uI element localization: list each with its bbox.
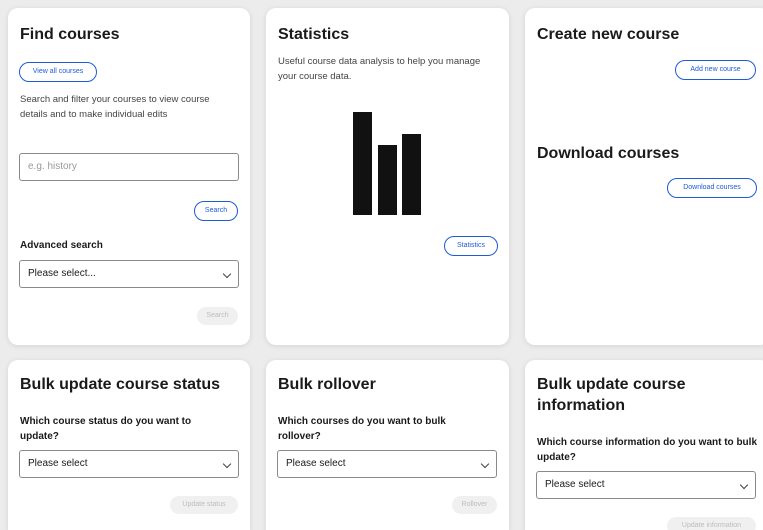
course-status-select[interactable]: Please select [19, 450, 239, 478]
statistics-card: Statistics Useful course data analysis t… [266, 8, 509, 345]
bulk-status-question: Which course status do you want to updat… [20, 416, 192, 442]
bar-chart-icon-bar [378, 145, 397, 215]
update-information-button[interactable]: Update information [667, 517, 756, 530]
search-button[interactable]: Search [194, 201, 238, 221]
advanced-search-button[interactable]: Search [197, 307, 238, 325]
course-status-select-value: Please select [28, 458, 88, 469]
update-status-button[interactable]: Update status [170, 496, 238, 514]
course-information-select-value: Please select [545, 479, 605, 490]
bulk-rollover-title: Bulk rollover [278, 376, 376, 393]
chevron-down-icon [480, 459, 490, 469]
find-courses-description: Search and filter your courses to view c… [20, 94, 210, 120]
bar-chart-icon [353, 112, 421, 215]
statistics-description: Useful course data analysis to help you … [278, 56, 481, 82]
rollover-button[interactable]: Rollover [452, 496, 497, 514]
find-courses-card: Find courses View all courses Search and… [8, 8, 250, 345]
bar-chart-icon-bar [402, 134, 421, 215]
bulk-status-card: Bulk update course status Which course s… [8, 360, 250, 530]
course-search-input[interactable]: e.g. history [19, 153, 239, 181]
chevron-down-icon [739, 480, 749, 490]
advanced-search-label: Advanced search [20, 240, 103, 251]
add-new-course-button[interactable]: Add new course [675, 60, 756, 80]
bulk-rollover-card: Bulk rollover Which courses do you want … [266, 360, 509, 530]
download-courses-button[interactable]: Download courses [667, 178, 757, 198]
statistics-title: Statistics [278, 26, 350, 43]
find-courses-title: Find courses [20, 26, 120, 43]
rollover-courses-select[interactable]: Please select [277, 450, 497, 478]
chevron-down-icon [222, 459, 232, 469]
bulk-info-card: Bulk update course information Which cou… [525, 360, 763, 530]
bulk-rollover-question: Which courses do you want to bulk rollov… [278, 416, 446, 442]
bulk-info-title: Bulk update course information [537, 376, 686, 414]
course-information-select[interactable]: Please select [536, 471, 756, 499]
chevron-down-icon [222, 269, 232, 279]
download-courses-title: Download courses [537, 145, 680, 162]
advanced-search-select-value: Please select... [28, 268, 96, 279]
bar-chart-icon-bar [353, 112, 372, 215]
rollover-courses-select-value: Please select [286, 458, 346, 469]
advanced-search-select[interactable]: Please select... [19, 260, 239, 288]
bulk-status-title: Bulk update course status [20, 376, 221, 393]
view-all-courses-button[interactable]: View all courses [19, 62, 97, 82]
statistics-button[interactable]: Statistics [444, 236, 498, 256]
create-course-title: Create new course [537, 26, 680, 43]
bulk-info-question: Which course information do you want to … [537, 437, 757, 463]
create-download-card: Create new course Add new course Downloa… [525, 8, 763, 345]
